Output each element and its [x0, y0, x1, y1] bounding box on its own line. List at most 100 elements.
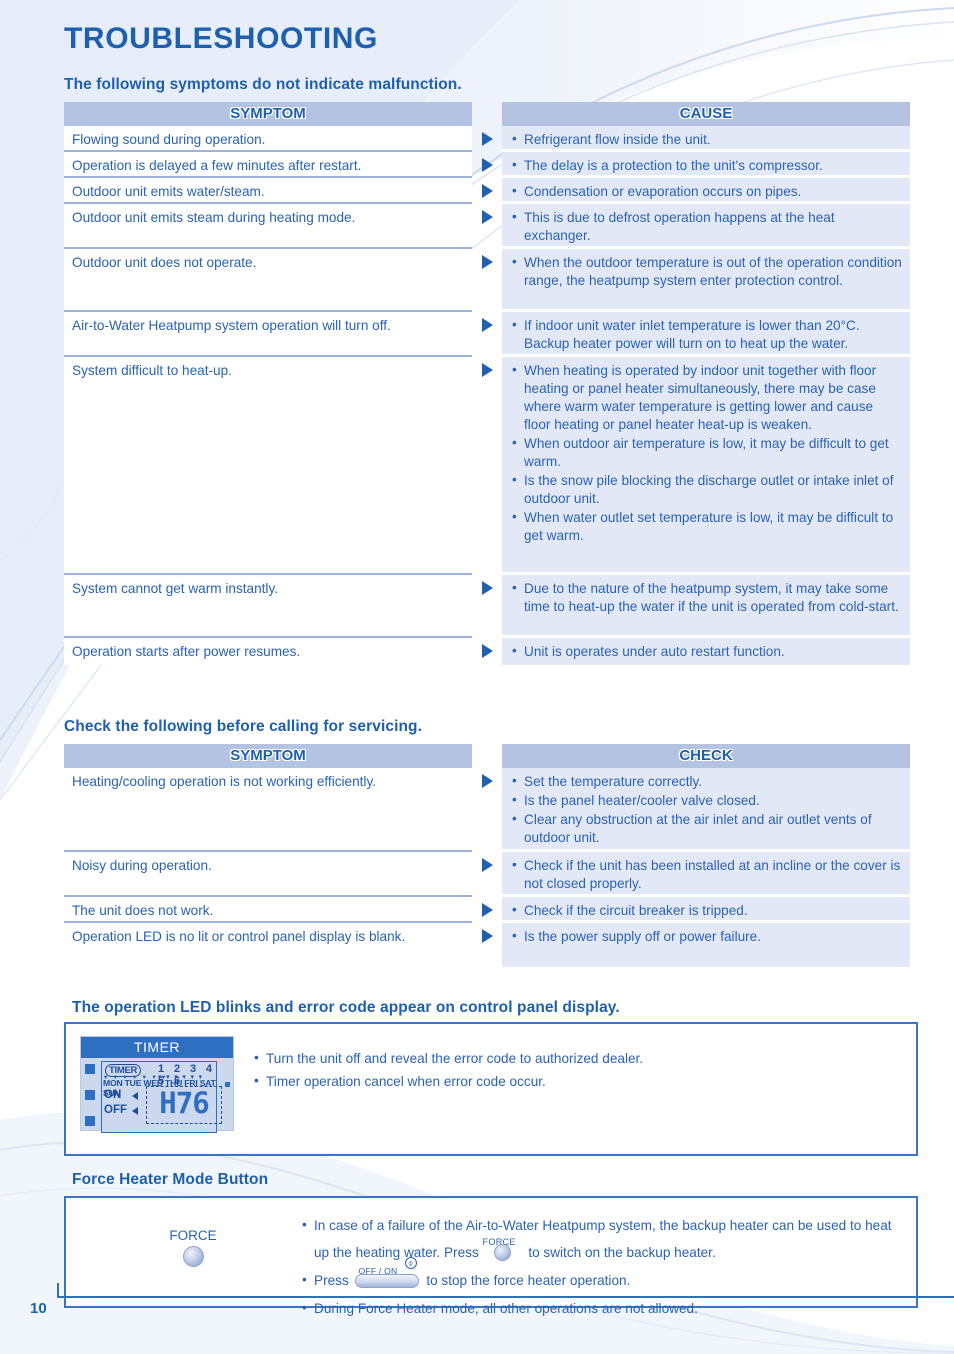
table-row: Operation starts after power resumes. — [72, 644, 301, 659]
check-bullet: Clear any obstruction at the air inlet a… — [510, 810, 902, 847]
section4-heading: Force Heater Mode Button — [72, 1171, 269, 1188]
table-row: Air-to-Water Heatpump system operation w… — [64, 312, 472, 357]
check-column: CHECK Set the temperature correctly. Is … — [502, 744, 910, 967]
section2-heading: Check the following before calling for s… — [64, 718, 423, 735]
table-row: Noisy during operation. — [64, 852, 472, 897]
force-heater-panel: FORCE In case of a failure of the Air-to… — [64, 1196, 918, 1321]
table-row: Operation LED is no lit or control panel… — [72, 929, 406, 944]
arrow-icon — [482, 903, 493, 917]
check-bullet: Check if the unit has been installed at … — [510, 856, 902, 893]
table-row: Outdoor unit emits water/steam. — [64, 178, 472, 204]
control-panel-display: TIMER TIMER 1 2 3 4 5 6 ▾▾▾▾▾▾ ▾▾▾▾▾▾▾ M… — [80, 1036, 234, 1133]
cause-bullet: When heating is operated by indoor unit … — [510, 361, 902, 434]
section3-heading: The operation LED blinks and error code … — [72, 999, 620, 1016]
arrow-icon — [482, 132, 493, 146]
timer-off-label: OFF — [104, 1104, 127, 1116]
page-number: 10 — [30, 1300, 47, 1317]
cause-bullet: Unit is operates under auto restart func… — [510, 642, 902, 661]
table-row: Operation is delayed a few minutes after… — [64, 152, 472, 178]
note-bullet: Turn the unit off and reveal the error c… — [252, 1047, 892, 1070]
table-row: When the outdoor temperature is out of t… — [502, 249, 910, 312]
power-symbol-icon: ⌽ — [404, 1257, 417, 1270]
table-row: System difficult to heat-up. — [64, 357, 472, 575]
force-icon-dot — [493, 1244, 511, 1262]
manual-page: TROUBLESHOOTING The following symptoms d… — [0, 0, 954, 1354]
arrow-icon — [482, 255, 493, 269]
lcd-title: TIMER — [81, 1037, 233, 1058]
cause-bullet: If indoor unit water inlet temperature i… — [510, 316, 902, 353]
symptom-column: SYMPTOM Flowing sound during operation. … — [64, 102, 493, 665]
cause-list: Refrigerant flow inside the unit. The de… — [502, 126, 910, 665]
cause-column: CAUSE Refrigerant flow inside the unit. … — [502, 102, 910, 665]
off-on-icon-bar — [354, 1274, 419, 1289]
table-row: The unit does not work. — [64, 897, 472, 923]
table-row: If indoor unit water inlet temperature i… — [502, 312, 910, 357]
section1-heading: The following symptoms do not indicate m… — [64, 76, 462, 93]
table-row: System cannot get warm instantly. — [64, 575, 472, 638]
cause-bullet: Due to the nature of the heatpump system… — [510, 579, 902, 616]
table-row: Check if the unit has been installed at … — [502, 852, 910, 897]
left-triangle-icon — [132, 1092, 138, 1100]
error-code-value: H76 — [159, 1086, 209, 1120]
symptom-check-table: SYMPTOM Heating/cooling operation is not… — [64, 744, 910, 967]
force-heater-notes: In case of a failure of the Air-to-Water… — [300, 1211, 900, 1323]
lcd-side-marker — [225, 1082, 230, 1087]
led-indicator — [85, 1090, 95, 1100]
check-bullet: Set the temperature correctly. — [510, 772, 902, 791]
cause-column-header: CAUSE — [502, 102, 910, 126]
arrow-icon — [482, 858, 493, 872]
force-button-icon-inline[interactable]: FORCE — [483, 1237, 525, 1262]
page-bottom-rule — [57, 1296, 954, 1298]
table-row: Due to the nature of the heatpump system… — [502, 575, 910, 638]
note-text: to switch on the backup heater. — [528, 1245, 716, 1260]
table-row: The delay is a protection to the unit's … — [502, 152, 910, 178]
table-row: Unit is operates under auto restart func… — [502, 638, 910, 665]
arrow-icon — [482, 774, 493, 788]
cause-bullet: Refrigerant flow inside the unit. — [510, 130, 902, 149]
symptom-column-2: SYMPTOM Heating/cooling operation is not… — [64, 744, 493, 967]
arrow-icon — [482, 158, 493, 172]
table-row: Condensation or evaporation occurs on pi… — [502, 178, 910, 204]
left-triangle-icon — [132, 1107, 138, 1115]
table-row: Refrigerant flow inside the unit. — [502, 126, 910, 152]
cause-bullet: This is due to defrost operation happens… — [510, 208, 902, 245]
arrow-icon — [482, 581, 493, 595]
cause-bullet: The delay is a protection to the unit's … — [510, 156, 902, 175]
arrow-icon — [482, 363, 493, 377]
note-text: During Force Heater mode, all other oper… — [314, 1301, 698, 1316]
table-row: Flowing sound during operation. — [64, 126, 472, 152]
table-row: When heating is operated by indoor unit … — [502, 357, 910, 575]
check-column-header: CHECK — [502, 744, 910, 768]
timer-on-label: ON — [104, 1089, 122, 1101]
error-code-panel: TIMER TIMER 1 2 3 4 5 6 ▾▾▾▾▾▾ ▾▾▾▾▾▾▾ M… — [64, 1022, 918, 1156]
force-button-illustration: FORCE — [138, 1228, 248, 1267]
lcd-body: TIMER 1 2 3 4 5 6 ▾▾▾▾▾▾ ▾▾▾▾▾▾▾ MON TUE… — [81, 1058, 233, 1133]
force-button-icon[interactable] — [182, 1246, 204, 1267]
table-row: Outdoor unit does not operate. — [64, 249, 472, 312]
error-code-notes: Turn the unit off and reveal the error c… — [252, 1047, 892, 1094]
table-row: Outdoor unit emits steam during heating … — [64, 204, 472, 249]
note-bullet: Press OFF / ON ⌽ to stop the force heate… — [300, 1257, 900, 1294]
symptom-list-2: Heating/cooling operation is not working… — [64, 768, 472, 967]
led-indicator — [85, 1064, 95, 1074]
check-list: Set the temperature correctly. Is the pa… — [502, 768, 910, 967]
off-on-button-icon-inline[interactable]: OFF / ON ⌽ — [353, 1257, 423, 1289]
cause-bullet: When outdoor air temperature is low, it … — [510, 434, 902, 471]
arrow-icon — [482, 184, 493, 198]
table-row: This is due to defrost operation happens… — [502, 204, 910, 249]
note-text: to stop the force heater operation. — [426, 1273, 631, 1288]
arrow-icon — [482, 210, 493, 224]
led-indicator — [85, 1116, 95, 1126]
table-row: Set the temperature correctly. Is the pa… — [502, 768, 910, 852]
led-indicators — [85, 1064, 95, 1142]
arrow-icon — [482, 644, 493, 658]
table-row: Is the power supply off or power failure… — [502, 923, 910, 967]
cause-bullet: When the outdoor temperature is out of t… — [510, 253, 902, 290]
check-bullet: Is the panel heater/cooler valve closed. — [510, 791, 902, 810]
note-bullet: During Force Heater mode, all other oper… — [300, 1294, 900, 1322]
cause-bullet: When water outlet set temperature is low… — [510, 508, 902, 545]
symptom-cause-table: SYMPTOM Flowing sound during operation. … — [64, 102, 910, 665]
force-button-label: FORCE — [169, 1228, 217, 1243]
table-row: Heating/cooling operation is not working… — [64, 768, 472, 852]
check-bullet: Check if the circuit breaker is tripped. — [510, 901, 902, 920]
